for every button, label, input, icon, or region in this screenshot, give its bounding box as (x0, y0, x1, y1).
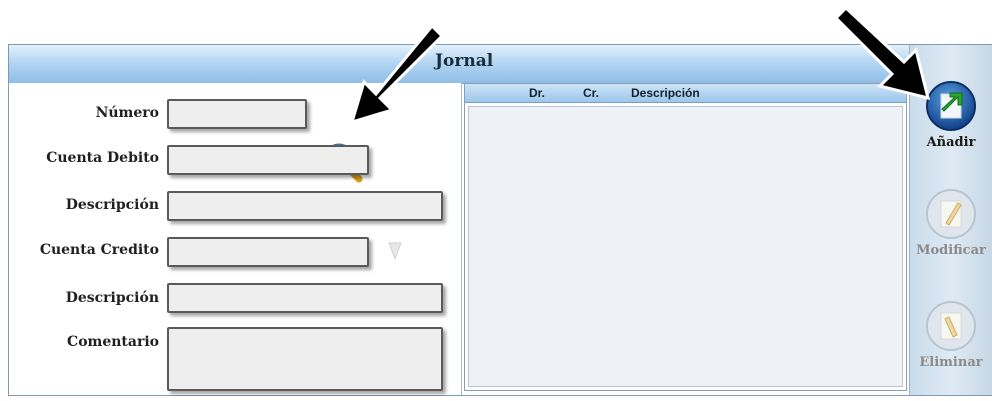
descripcion-debito-field[interactable] (167, 191, 443, 221)
edit-pencil-icon (910, 187, 992, 241)
numero-field[interactable] (167, 99, 307, 129)
descripcion-credito-field[interactable] (167, 283, 443, 313)
window-title: Jornal (435, 51, 494, 71)
column-header-descripcion[interactable]: Descripción (631, 86, 700, 100)
delete-button[interactable]: Eliminar (910, 299, 992, 370)
cuenta-debito-field[interactable] (167, 145, 369, 175)
title-bar: Jornal (9, 45, 909, 84)
disabled-lookup-icon (387, 241, 403, 261)
journal-window: Jornal Número Cuenta Debito Descripción (8, 44, 992, 396)
modify-label: Modificar (916, 243, 986, 258)
grid-body[interactable] (468, 106, 903, 387)
column-header-cr[interactable]: Cr. (583, 86, 599, 100)
comentario-label: Comentario (67, 334, 159, 350)
descripcion-credito-label: Descripción (65, 290, 159, 306)
action-toolbar: Añadir Modificar Eliminar (909, 45, 992, 395)
grid-header: Dr. Cr. Descripción (465, 84, 906, 103)
numero-label: Número (95, 105, 159, 121)
modify-button[interactable]: Modificar (910, 187, 992, 258)
cuenta-credito-field[interactable] (167, 237, 369, 267)
journal-form: Número Cuenta Debito Descripción Cuenta … (9, 83, 462, 395)
comentario-field[interactable] (167, 327, 443, 391)
journal-entries-grid: Dr. Cr. Descripción (464, 83, 907, 391)
add-label: Añadir (926, 135, 976, 150)
add-button[interactable]: Añadir (910, 79, 992, 150)
delete-pencil-icon (910, 299, 992, 353)
descripcion-debito-label: Descripción (65, 197, 159, 213)
add-entry-icon (910, 79, 992, 133)
delete-label: Eliminar (919, 355, 983, 370)
column-header-dr[interactable]: Dr. (529, 86, 545, 100)
cuenta-credito-label: Cuenta Credito (39, 242, 159, 258)
cuenta-debito-label: Cuenta Debito (46, 150, 159, 166)
